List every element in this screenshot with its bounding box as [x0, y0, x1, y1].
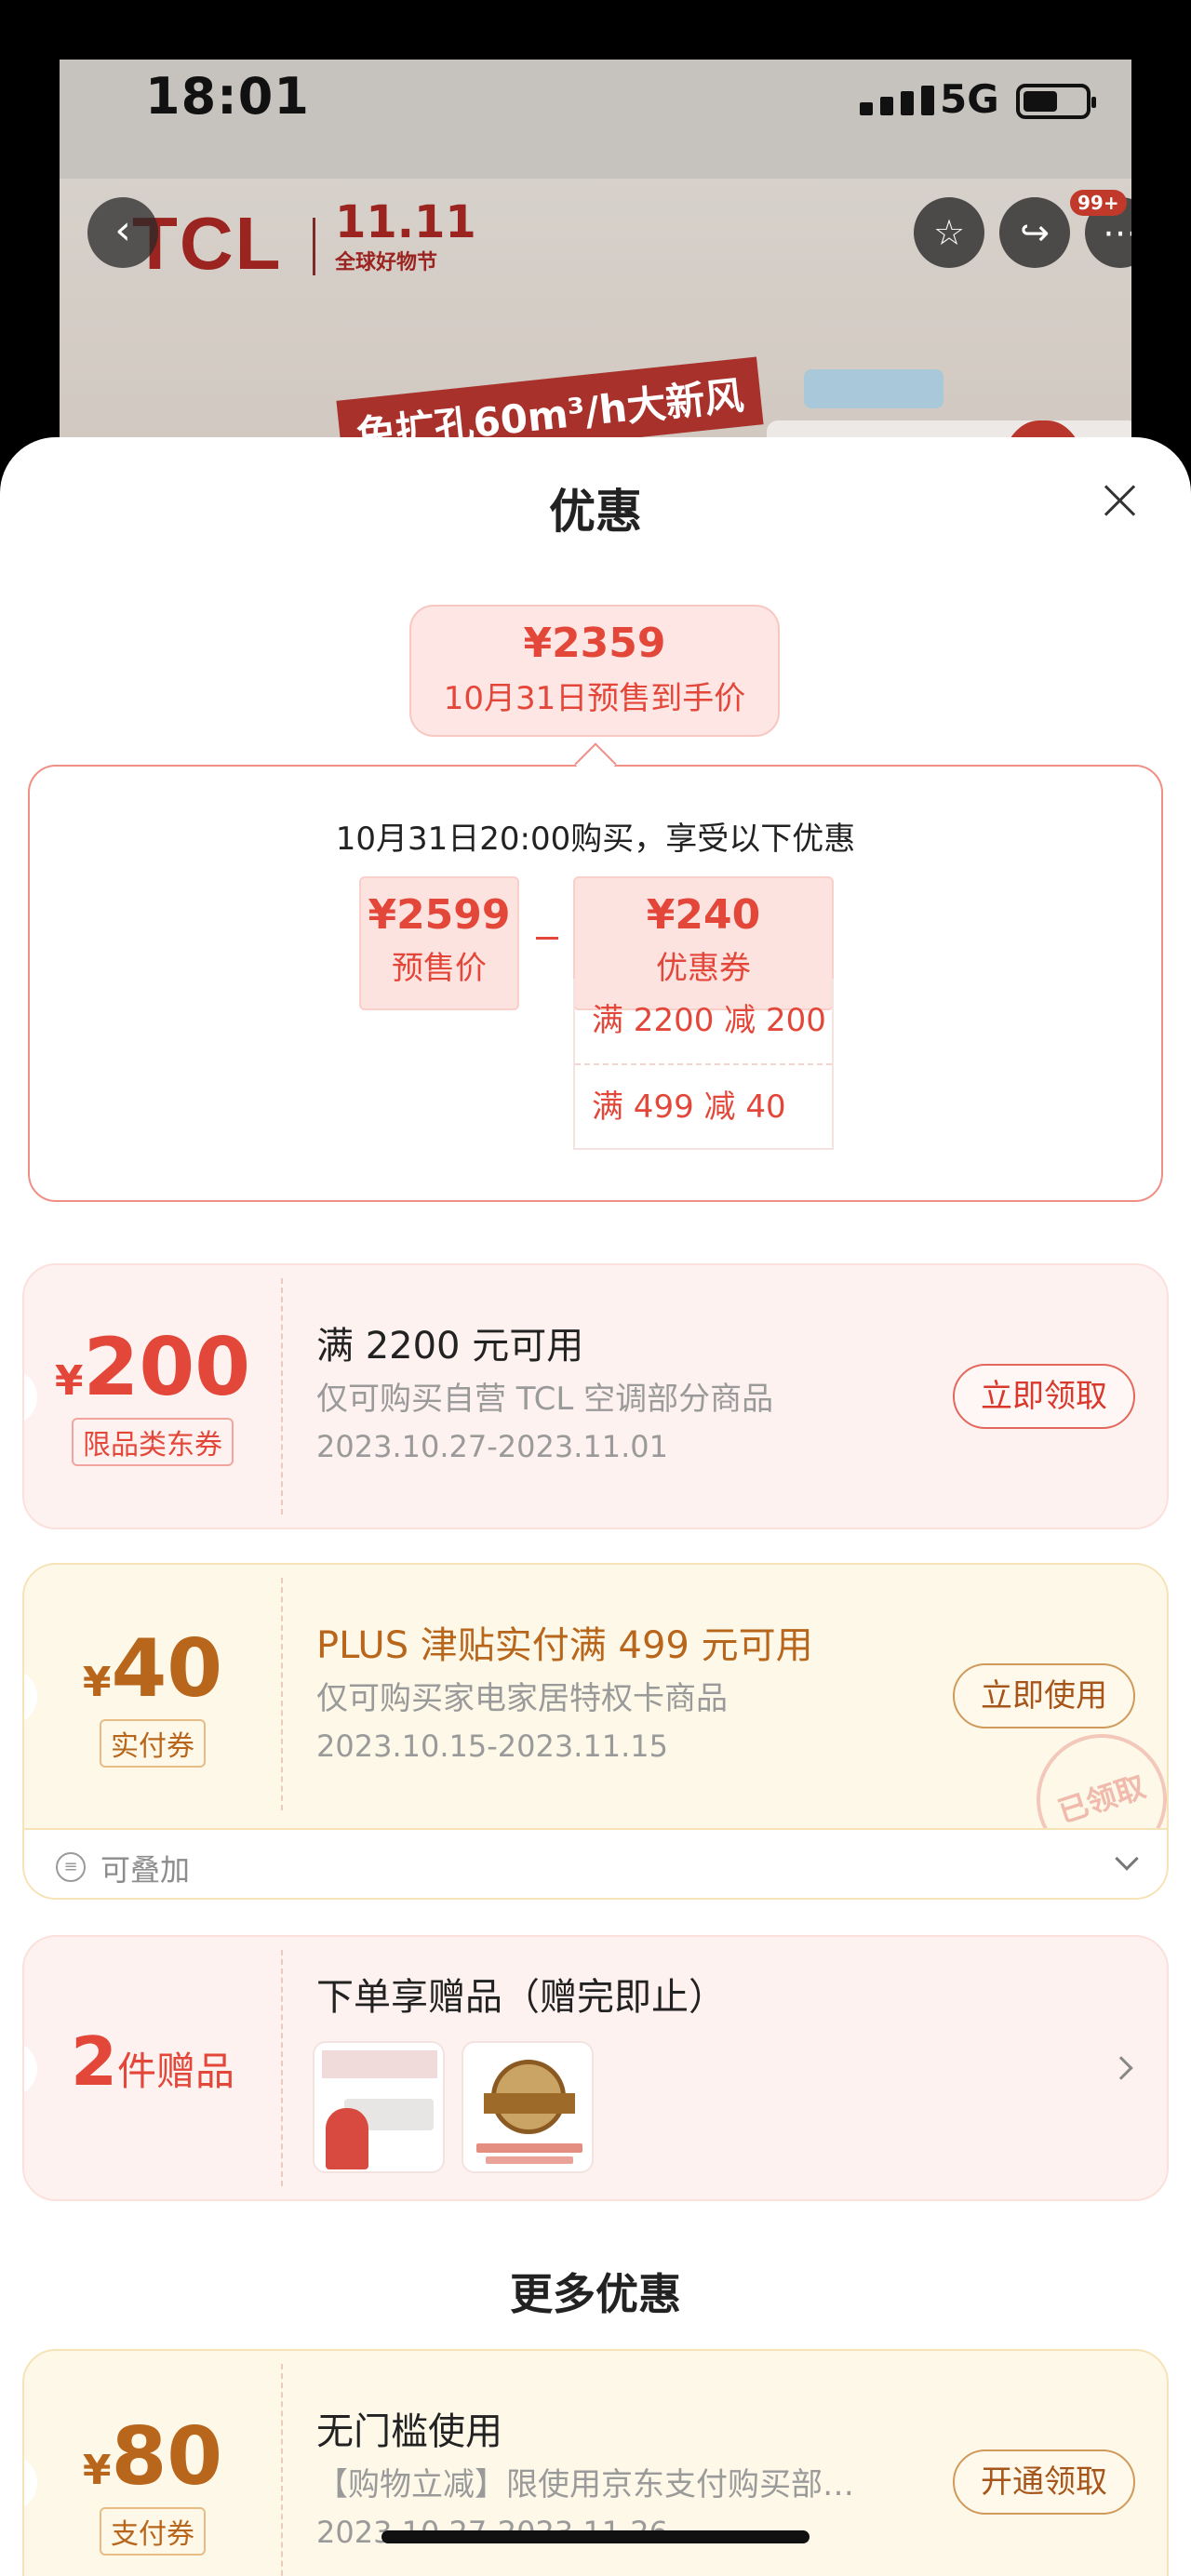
currency-symbol: ¥ [82, 2447, 112, 2494]
amount-value: 40 [111, 1622, 223, 1715]
stackable-label: 可叠加 [100, 1852, 191, 1888]
favorite-star-button[interactable]: ☆ [914, 197, 984, 268]
status-time: 18:01 [145, 67, 310, 126]
card-divider [281, 2364, 283, 2576]
share-button[interactable]: ↪ [999, 197, 1070, 268]
gift-card[interactable]: 2件赠品 下单享赠品（赠完即止） [22, 1935, 1169, 2201]
price-breakdown: 10月31日20:00购买，享受以下优惠 ¥2599 预售价 ¥240 优惠券 … [28, 765, 1163, 1202]
back-button[interactable]: ‹ [87, 197, 158, 268]
card-divider [281, 1578, 283, 1810]
thumb-caption-line [486, 2156, 573, 2164]
chevron-right-icon[interactable] [1109, 2056, 1133, 2080]
coupon-card: ¥40 实付券 PLUS 津贴实付满 499 元可用 仅可购买家电家居特权卡商品… [22, 1563, 1169, 1900]
condition-item: 满 499 减 40 [575, 1063, 832, 1148]
coupon-amount: ¥40 实付券 [24, 1622, 281, 1768]
gift-warranty-image[interactable] [462, 2041, 594, 2173]
home-indicator[interactable] [381, 2530, 810, 2543]
currency-symbol: ¥ [82, 1659, 112, 1706]
event-logo-number: 11.11 [335, 196, 476, 248]
claim-coupon-button[interactable]: 立即领取 [953, 1364, 1135, 1429]
breakdown-heading: 10月31日20:00购买，享受以下优惠 [335, 821, 856, 858]
ac-vent [804, 369, 943, 408]
presale-label: 预售价 [392, 950, 487, 987]
condition-item: 满 2200 减 200 [592, 1002, 826, 1039]
card-divider [281, 1278, 283, 1515]
activate-claim-button[interactable]: 开通领取 [953, 2449, 1135, 2515]
signal-icon [860, 86, 934, 115]
thumb-installer [326, 2108, 368, 2169]
coupon-title: PLUS 津贴实付满 499 元可用 [316, 1624, 813, 1667]
gift-count: 2件赠品 [24, 2022, 281, 2101]
coupon-type-tag: 实付券 [100, 1719, 206, 1768]
coupon-title: 满 2200 元可用 [316, 1325, 584, 1368]
logo-divider [313, 218, 315, 275]
coupon-amount: ¥80 支付券 [24, 2410, 281, 2556]
stack-icon: ≡ [56, 1852, 86, 1882]
coupon-total: ¥240 [646, 891, 761, 939]
thumb-caption-line [476, 2143, 582, 2153]
minus-sign [536, 937, 558, 940]
coupon-dates: 2023.10.27-2023.11.01 [316, 1429, 668, 1464]
coupon-scope: 【购物立减】限使用京东支付购买部… [316, 2466, 854, 2503]
close-icon[interactable] [1096, 476, 1144, 525]
status-bar: 18:01 5G [60, 60, 1131, 179]
gift-count-unit: 件赠品 [117, 2049, 235, 2094]
presale-price: ¥2599 [368, 891, 511, 939]
amount-value: 200 [83, 1321, 251, 1414]
coupon-conditions: 满 2200 减 200 满 499 减 40 [573, 979, 834, 1150]
event-logo: 11.11 全球好物节 [335, 199, 476, 275]
card-divider [281, 1950, 283, 2186]
thumb-header [322, 2050, 437, 2078]
currency-symbol: ¥ [54, 1357, 84, 1405]
warranty-seal-band [484, 2093, 575, 2114]
stackable-row[interactable]: ≡ 可叠加 [24, 1828, 1167, 1898]
network-label: 5G [940, 76, 999, 122]
more-offers-title: 更多优惠 [510, 2269, 681, 2319]
battery-icon [1016, 84, 1096, 119]
final-price: ¥2359 [523, 620, 666, 667]
presale-price-box: ¥2599 预售价 [359, 876, 519, 1010]
coupon-card: ¥200 限品类东券 满 2200 元可用 仅可购买自营 TCL 空调部分商品 … [22, 1263, 1169, 1529]
gift-title: 下单享赠品（赠完即止） [316, 1976, 726, 2019]
use-coupon-button[interactable]: 立即使用 [953, 1663, 1135, 1728]
sheet-title: 优惠 [549, 485, 642, 539]
gift-installation-image[interactable] [313, 2041, 445, 2173]
event-logo-subtitle: 全球好物节 [335, 251, 438, 274]
discount-sheet: 优惠 ¥2359 10月31日预售到手价 10月31日20:00购买，享受以下优… [0, 437, 1191, 2576]
gift-count-number: 2 [70, 2022, 118, 2101]
coupon-type-tag: 支付券 [100, 2507, 206, 2556]
final-price-bubble: ¥2359 10月31日预售到手价 [409, 605, 780, 737]
coupon-dates: 2023.10.15-2023.11.15 [316, 1728, 668, 1764]
coupon-scope: 仅可购买自营 TCL 空调部分商品 [316, 1381, 774, 1418]
coupon-amount: ¥200 限品类东券 [24, 1321, 281, 1466]
coupon-scope: 仅可购买家电家居特权卡商品 [316, 1680, 728, 1717]
amount-value: 80 [111, 2410, 223, 2503]
chevron-down-icon[interactable] [1115, 1847, 1139, 1871]
coupon-title: 无门槛使用 [316, 2410, 502, 2453]
coupon-type-tag: 限品类东券 [72, 1418, 234, 1466]
notification-badge: 99+ [1070, 190, 1127, 216]
final-price-note: 10月31日预售到手价 [443, 680, 746, 717]
